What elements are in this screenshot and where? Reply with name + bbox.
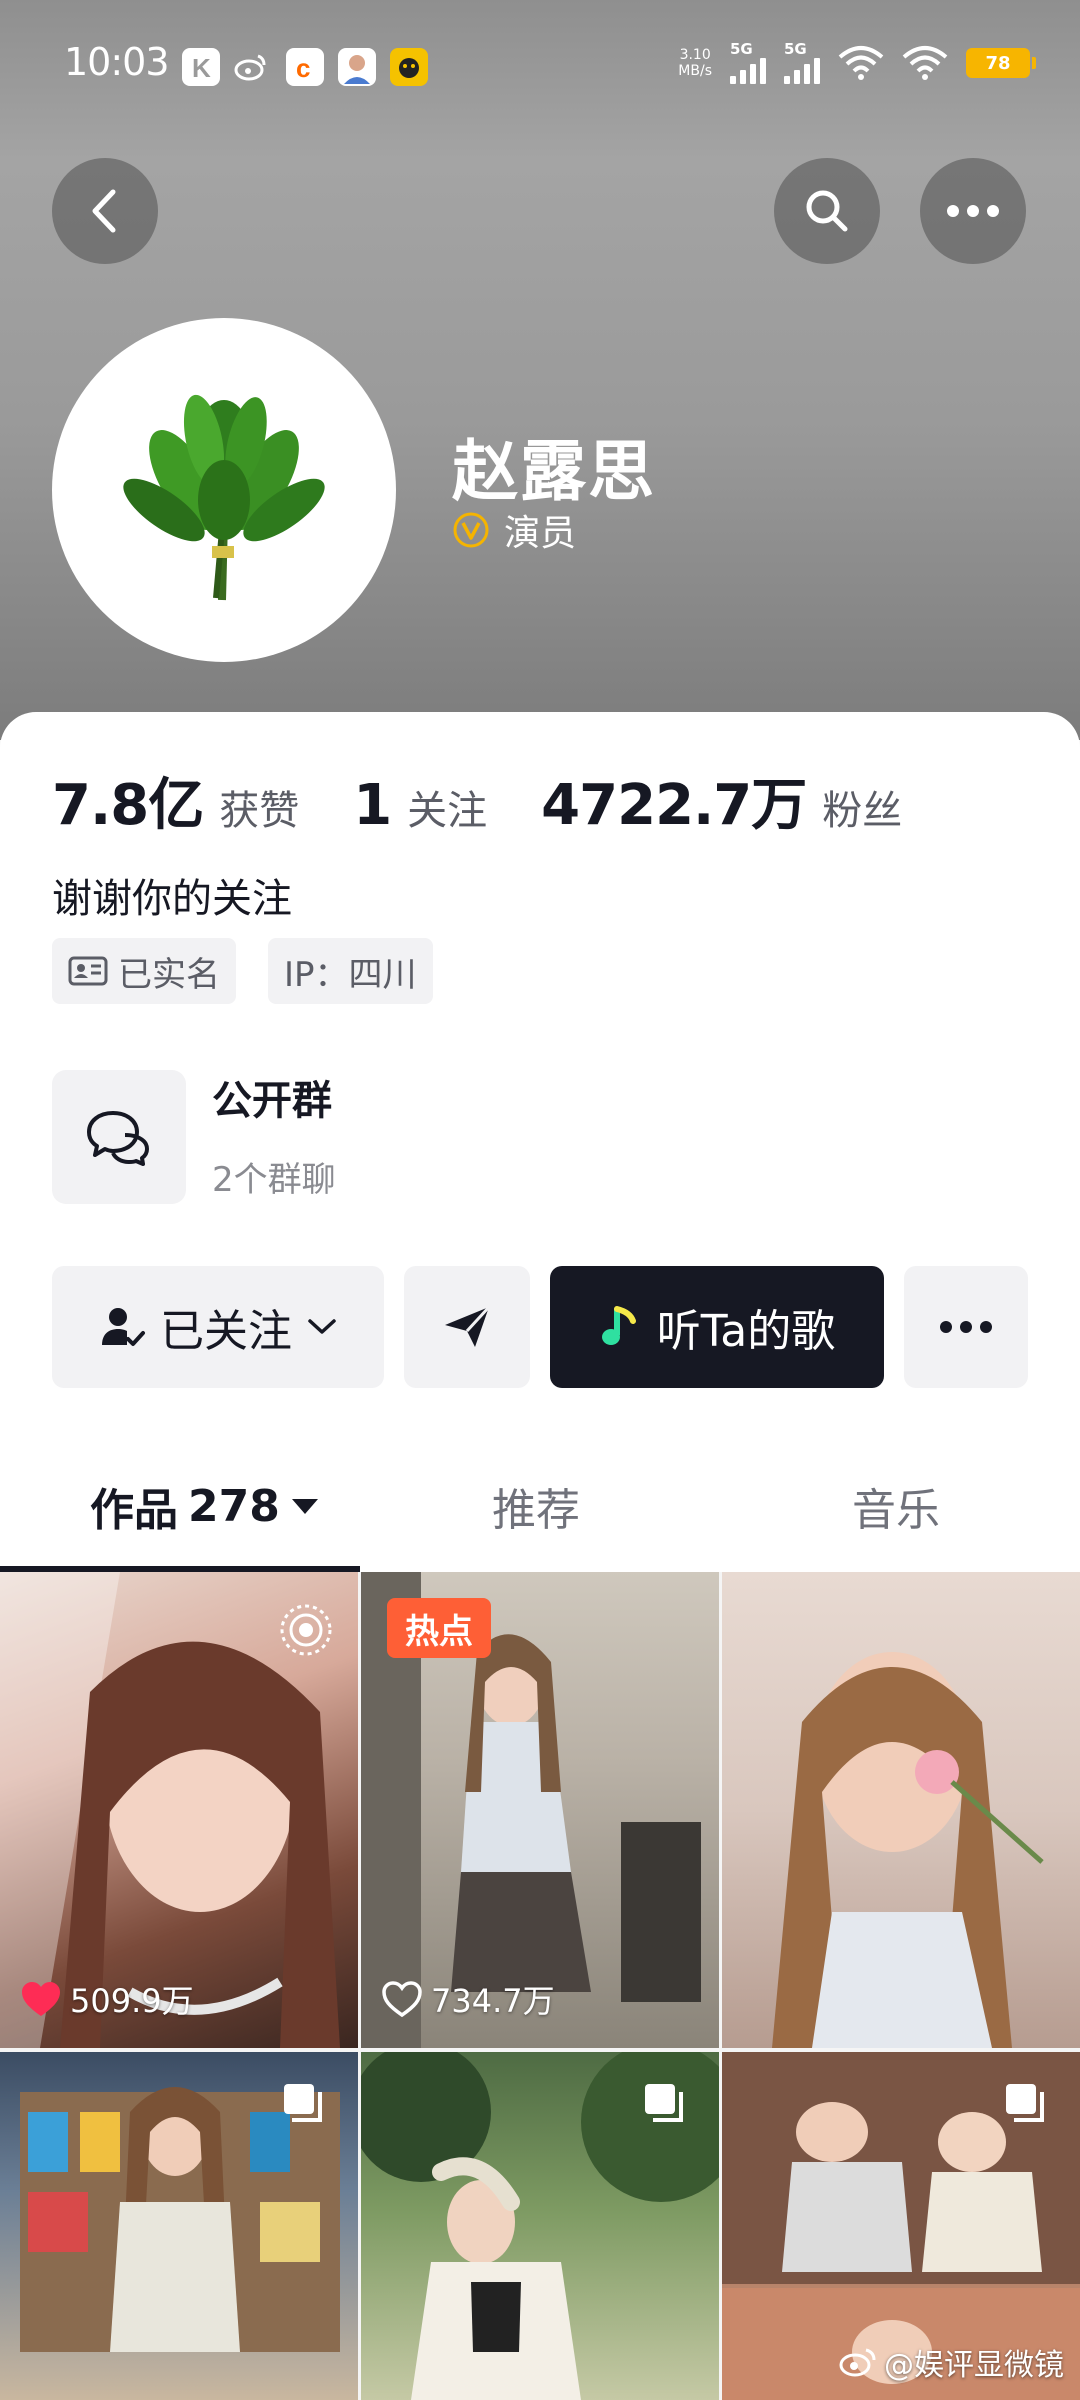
signal-bars-icon xyxy=(730,56,766,84)
status-bar: 10:03 K c 3.10 MB/s 5G 5G 78 xyxy=(0,0,1080,130)
verified-v-icon xyxy=(453,512,489,548)
battery-indicator: 78 xyxy=(966,48,1036,78)
net-speed: 3.10 MB/s xyxy=(678,47,712,79)
status-indicators: 3.10 MB/s 5G 5G 78 xyxy=(678,42,1036,84)
ip-location-label: IP：四川 xyxy=(284,954,417,995)
video-likes-count: 509.9万 xyxy=(70,1982,194,2020)
chevron-down-icon xyxy=(308,1319,336,1334)
kuaishou-app-icon: K xyxy=(182,48,220,86)
search-button[interactable] xyxy=(774,158,880,264)
signal-strength-2: 5G xyxy=(784,42,820,84)
watermark-text: @娱评显微镜 xyxy=(884,2348,1064,2383)
video-likes: 734.7万 xyxy=(381,1976,555,2022)
live-photo-icon xyxy=(278,1602,334,1658)
realname-label: 已实名 xyxy=(118,954,220,995)
tab-music[interactable]: 音乐 xyxy=(852,1474,940,1538)
more-dots-icon xyxy=(940,1321,992,1333)
svg-text:K: K xyxy=(192,53,211,83)
profile-avatar[interactable] xyxy=(52,318,396,662)
signal-strength-1: 5G xyxy=(730,42,766,84)
heart-outline-icon xyxy=(382,1981,422,2018)
chevron-left-icon xyxy=(92,189,116,233)
meituan-app-icon xyxy=(390,48,428,86)
avatar-app-icon xyxy=(338,48,376,86)
video-thumbnail[interactable]: 热点 734.7万 xyxy=(361,1572,719,2048)
likes-count: 7.8亿 xyxy=(52,773,204,838)
public-group-button[interactable] xyxy=(52,1070,186,1204)
weibo-logo-icon xyxy=(839,2348,876,2377)
chat-bubbles-icon xyxy=(87,1111,149,1166)
video-grid: 509.9万 热点 734.7万 xyxy=(0,1572,1080,2400)
music-note-icon xyxy=(601,1306,636,1345)
leaf-bouquet-avatar-image xyxy=(123,394,325,601)
followers-label[interactable]: 粉丝 xyxy=(822,778,902,836)
public-group-title[interactable]: 公开群 xyxy=(212,1068,332,1126)
realname-tag: 已实名 xyxy=(52,938,236,1004)
caret-down-icon xyxy=(291,1499,318,1514)
more-options-button[interactable] xyxy=(920,158,1026,264)
heart-filled-icon xyxy=(22,1982,60,2016)
video-likes: 509.9万 xyxy=(20,1976,194,2022)
hot-badge: 热点 xyxy=(387,1598,491,1658)
svg-text:c: c xyxy=(296,53,310,83)
net-speed-value: 3.10 xyxy=(679,47,711,63)
video-thumbnail[interactable] xyxy=(722,1572,1080,2048)
video-thumbnail[interactable]: 509.9万 xyxy=(0,1572,358,2048)
weibo-app-icon xyxy=(232,48,270,86)
listen-songs-label: 听Ta的歌 xyxy=(656,1306,836,1357)
following-label[interactable]: 关注 xyxy=(407,778,487,836)
following-button-label: 已关注 xyxy=(160,1306,292,1357)
multi-image-icon xyxy=(1004,2082,1048,2126)
video-likes-count: 734.7万 xyxy=(431,1982,555,2020)
video-thumbnail[interactable] xyxy=(0,2052,358,2400)
tab-works-count: 278 xyxy=(188,1480,280,1532)
net-speed-unit: MB/s xyxy=(678,63,712,79)
weibo-watermark: @娱评显微镜 xyxy=(838,2340,1064,2384)
tab-works-label: 作品 xyxy=(90,1485,178,1536)
video-thumbnail[interactable] xyxy=(361,2052,719,2400)
tab-works[interactable]: 作品 278 xyxy=(90,1474,320,1538)
search-icon xyxy=(806,190,848,232)
profile-name: 赵露思 xyxy=(452,433,656,510)
ip-location-tag: IP：四川 xyxy=(268,938,433,1004)
signal-bars-icon xyxy=(784,56,820,84)
multi-image-icon xyxy=(282,2082,326,2126)
tab-recommend[interactable]: 推荐 xyxy=(492,1474,580,1538)
profile-stats: 7.8亿 获赞 1 关注 4722.7万 粉丝 xyxy=(52,760,902,841)
likes-label: 获赞 xyxy=(219,788,300,834)
signal-label-1: 5G xyxy=(730,40,753,58)
followers-count[interactable]: 4722.7万 xyxy=(541,760,807,841)
portrait-thumbnail-image xyxy=(772,1652,1044,2048)
verified-label: 演员 xyxy=(504,513,577,554)
more-actions-button[interactable] xyxy=(904,1266,1028,1388)
profile-bio: 谢谢你的关注 xyxy=(52,876,292,922)
wifi-icon xyxy=(838,46,884,80)
listen-songs-button[interactable]: 听Ta的歌 xyxy=(550,1266,884,1388)
more-dots-icon xyxy=(947,205,999,217)
paper-plane-icon xyxy=(445,1305,491,1347)
status-time: 10:03 xyxy=(64,40,170,84)
back-button[interactable] xyxy=(52,158,158,264)
id-card-icon xyxy=(68,956,108,986)
multi-image-icon xyxy=(643,2082,687,2126)
c-app-icon: c xyxy=(286,48,324,86)
signal-label-2: 5G xyxy=(784,40,807,58)
content-tabs: 作品 278 推荐 音乐 xyxy=(0,1440,1080,1570)
send-message-button[interactable] xyxy=(404,1266,530,1388)
verification-badge: 演员 xyxy=(452,504,576,556)
user-check-icon xyxy=(102,1308,145,1346)
following-button[interactable]: 已关注 xyxy=(52,1266,384,1388)
following-count[interactable]: 1 xyxy=(353,773,392,838)
public-group-subtitle: 2个群聊 xyxy=(212,1160,336,1200)
hotspot-wifi-icon xyxy=(902,46,948,80)
